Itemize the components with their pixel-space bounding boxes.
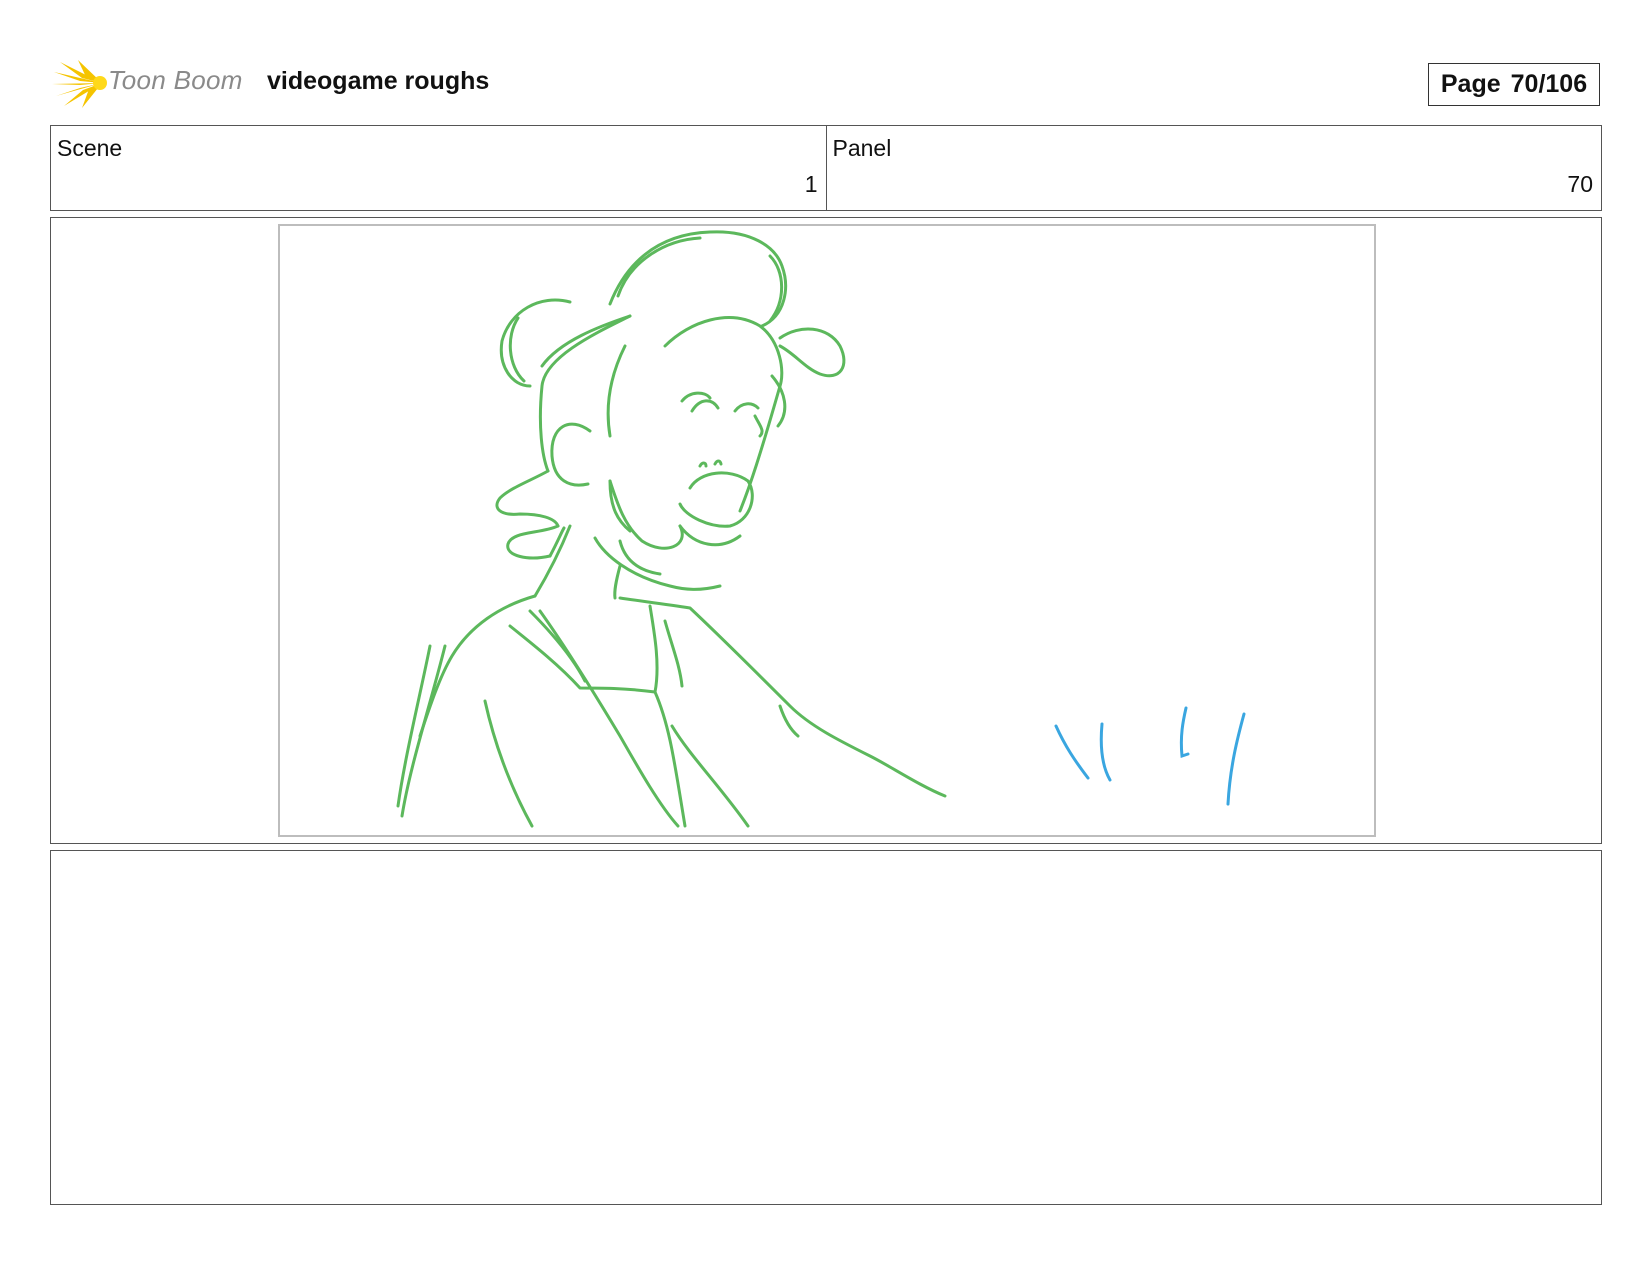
panel-label: Panel [832, 135, 892, 161]
logo-wordmark: Toon Boom [108, 65, 243, 95]
page-indicator: Page 70/106 [1428, 63, 1600, 106]
storyboard-sketch [396, 230, 1246, 828]
document-title: videogame roughs [267, 67, 490, 95]
page-label: Page [1440, 70, 1501, 98]
motion-lines-sketch [1054, 706, 1246, 806]
scene-panel-table: Scene 1 Panel 70 [50, 125, 1602, 211]
camera-frame [278, 224, 1376, 837]
page-number: 70/106 [1510, 70, 1588, 98]
toon-boom-logo: Toon Boom [52, 56, 252, 110]
starburst-icon [52, 60, 107, 108]
scene-cell: Scene 1 [51, 126, 826, 210]
panel-notes-area [50, 850, 1602, 1205]
scene-value: 1 [804, 171, 818, 197]
panel-cell: Panel 70 [825, 126, 1602, 210]
panel-value: 70 [1567, 171, 1593, 197]
character-sketch [396, 230, 947, 828]
scene-label: Scene [57, 135, 123, 161]
